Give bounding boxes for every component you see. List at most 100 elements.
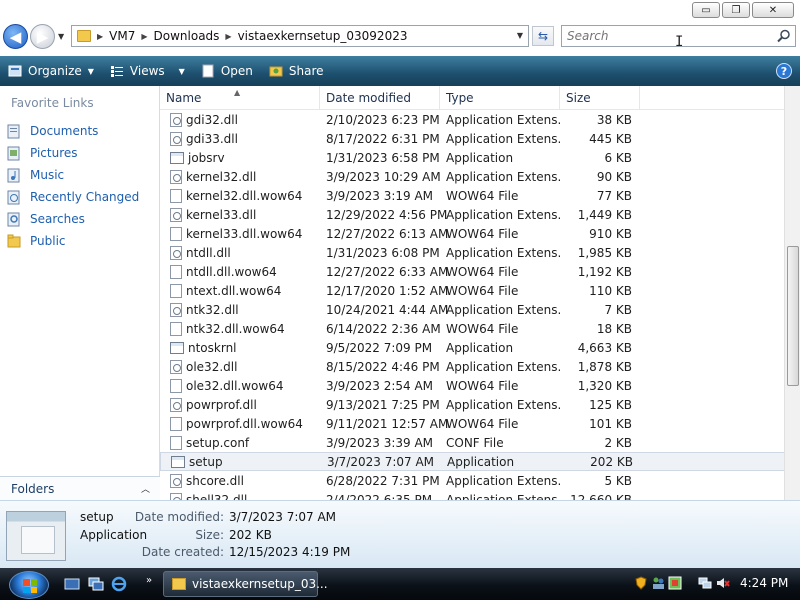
internet-explorer-icon[interactable] bbox=[111, 576, 127, 592]
file-row[interactable]: gdi32.dll 2/10/2023 6:23 PM Application Ex… bbox=[160, 110, 784, 129]
file-name-cell[interactable]: gdi33.dll bbox=[160, 131, 320, 146]
file-name: ole32.dll.wow64 bbox=[186, 378, 284, 393]
switch-windows-icon[interactable] bbox=[88, 576, 104, 592]
file-row[interactable]: kernel32.dll.wow64 3/9/2023 3:19 AM WOW64 … bbox=[160, 186, 784, 205]
column-header-date-modified[interactable]: Date modified bbox=[320, 86, 440, 110]
file-name-cell[interactable]: ntdll.dll bbox=[160, 245, 320, 260]
maximize-button[interactable]: ❐ bbox=[722, 2, 750, 18]
network-connection-icon[interactable] bbox=[698, 576, 712, 590]
breadcrumb-downloads[interactable]: Downloads bbox=[154, 29, 220, 43]
file-row[interactable]: jobsrv 1/31/2023 6:58 PM Application 6 KB bbox=[160, 148, 784, 167]
views-menu[interactable]: Views ▼ bbox=[102, 58, 193, 84]
organize-label: Organize bbox=[28, 64, 82, 78]
file-name-cell[interactable]: ntk32.dll bbox=[160, 302, 320, 317]
file-name-cell[interactable]: powrprof.dll.wow64 bbox=[160, 416, 320, 431]
dll-file-icon bbox=[170, 302, 182, 317]
recent-pages-dropdown[interactable]: ▼ bbox=[58, 32, 64, 41]
address-bar[interactable]: ▶ VM7 ▶ Downloads ▶ vistaexkernsetup_030… bbox=[71, 25, 529, 47]
breadcrumb-separator-icon[interactable]: ▶ bbox=[97, 32, 103, 41]
favorite-link-documents[interactable]: Documents bbox=[6, 120, 139, 142]
address-dropdown-icon[interactable]: ▼ bbox=[517, 31, 523, 40]
favorite-link-music[interactable]: Music bbox=[6, 164, 139, 186]
file-row[interactable]: ole32.dll.wow64 3/9/2023 2:54 AM WOW64 Fil… bbox=[160, 376, 784, 395]
file-date-modified: 3/9/2023 2:54 AM bbox=[326, 378, 434, 393]
file-row[interactable]: ntdll.dll.wow64 12/27/2022 6:33 AM WOW64 F… bbox=[160, 262, 784, 281]
file-name-cell[interactable]: setup.conf bbox=[160, 435, 320, 450]
file-row[interactable]: shcore.dll 6/28/2022 7:31 PM Application E… bbox=[160, 471, 784, 490]
favorite-link-recently-changed[interactable]: Recently Changed bbox=[6, 186, 139, 208]
file-name-cell[interactable]: ole32.dll bbox=[160, 359, 320, 374]
column-header-label: Size bbox=[566, 91, 591, 105]
file-name-cell[interactable]: kernel32.dll bbox=[160, 169, 320, 184]
file-name-cell[interactable]: jobsrv bbox=[160, 151, 320, 165]
file-row[interactable]: ntdll.dll 1/31/2023 6:08 PM Application Ex… bbox=[160, 243, 784, 262]
file-row[interactable]: ole32.dll 8/15/2022 4:46 PM Application Ex… bbox=[160, 357, 784, 376]
file-name-cell[interactable]: powrprof.dll bbox=[160, 397, 320, 412]
file-size: 12,660 KB bbox=[570, 492, 632, 501]
file-row[interactable]: kernel33.dll.wow64 12/27/2022 6:13 AM WOW6… bbox=[160, 224, 784, 243]
file-name-cell[interactable]: kernel32.dll.wow64 bbox=[160, 188, 320, 203]
help-button[interactable]: ? bbox=[776, 63, 792, 79]
column-header-size[interactable]: Size bbox=[560, 86, 640, 110]
scrollbar-thumb[interactable] bbox=[787, 246, 799, 386]
quick-launch-more-button[interactable]: » bbox=[146, 575, 152, 586]
file-row[interactable]: ntext.dll.wow64 12/17/2020 1:52 AM WOW64 F… bbox=[160, 281, 784, 300]
column-header-name[interactable]: ▲ Name bbox=[160, 86, 320, 110]
file-name-cell[interactable]: shcore.dll bbox=[160, 473, 320, 488]
breadcrumb-vm7[interactable]: VM7 bbox=[109, 29, 135, 43]
file-row[interactable]: ntk32.dll.wow64 6/14/2022 2:36 AM WOW64 Fi… bbox=[160, 319, 784, 338]
file-name-cell[interactable]: ntk32.dll.wow64 bbox=[160, 321, 320, 336]
system-clock[interactable]: 4:24 PM bbox=[740, 576, 788, 590]
vertical-scrollbar[interactable] bbox=[784, 86, 800, 500]
file-name-cell[interactable]: kernel33.dll.wow64 bbox=[160, 226, 320, 241]
security-shield-icon[interactable] bbox=[634, 576, 648, 590]
file-row[interactable]: powrprof.dll.wow64 9/11/2021 12:57 AM WOW6… bbox=[160, 414, 784, 433]
taskbar-window-button[interactable]: vistaexkernsetup_03... bbox=[163, 571, 328, 597]
file-row[interactable]: powrprof.dll 9/13/2021 7:25 PM Application… bbox=[160, 395, 784, 414]
file-name-cell[interactable]: ole32.dll.wow64 bbox=[160, 378, 320, 393]
search-icon[interactable] bbox=[777, 29, 791, 43]
minimize-button[interactable]: ▭ bbox=[692, 2, 720, 18]
organize-menu[interactable]: Organize ▼ bbox=[0, 58, 102, 84]
file-row[interactable]: ntk32.dll 10/24/2021 4:44 AM Application E… bbox=[160, 300, 784, 319]
favorite-link-label: Public bbox=[30, 234, 66, 248]
file-row[interactable]: kernel33.dll 12/29/2022 4:56 PM Applicatio… bbox=[160, 205, 784, 224]
favorite-link-searches[interactable]: Searches bbox=[6, 208, 139, 230]
forward-button[interactable]: ▶ bbox=[30, 24, 55, 49]
start-button[interactable] bbox=[9, 571, 49, 599]
favorite-link-public[interactable]: Public bbox=[6, 230, 139, 252]
file-date-modified: 3/9/2023 3:19 AM bbox=[326, 188, 434, 203]
network-status-icon[interactable] bbox=[668, 576, 682, 590]
users-icon[interactable] bbox=[651, 576, 665, 590]
file-name-cell[interactable]: ntdll.dll.wow64 bbox=[160, 264, 320, 279]
open-button[interactable]: Open bbox=[193, 58, 261, 84]
search-input[interactable] bbox=[562, 26, 762, 46]
file-row[interactable]: kernel32.dll 3/9/2023 10:29 AM Application… bbox=[160, 167, 784, 186]
file-name-cell[interactable]: gdi32.dll bbox=[160, 112, 320, 127]
file-row[interactable]: ntoskrnl 9/5/2022 7:09 PM Application 4,663… bbox=[160, 338, 784, 357]
refresh-button[interactable]: ⇆ bbox=[532, 26, 554, 46]
column-header-type[interactable]: Type bbox=[440, 86, 560, 110]
file-type: Application Extens... bbox=[446, 473, 560, 488]
breadcrumb-current-folder[interactable]: vistaexkernsetup_03092023 bbox=[238, 29, 408, 43]
file-size: 77 KB bbox=[596, 188, 632, 203]
file-name-cell[interactable]: setup bbox=[161, 455, 321, 469]
close-button[interactable]: ✕ bbox=[752, 2, 794, 18]
show-desktop-icon[interactable] bbox=[64, 576, 80, 592]
file-row[interactable]: setup.conf 3/9/2023 3:39 AM CONF File 2 KB bbox=[160, 433, 784, 452]
file-row[interactable]: gdi33.dll 8/17/2022 6:31 PM Application Ex… bbox=[160, 129, 784, 148]
favorite-link-pictures[interactable]: Pictures bbox=[6, 142, 139, 164]
folders-toggle[interactable]: Folders ︿ bbox=[0, 476, 160, 500]
file-row[interactable]: shell32.dll 2/4/2022 6:35 PM Application E… bbox=[160, 490, 784, 500]
volume-muted-icon[interactable] bbox=[716, 576, 730, 590]
breadcrumb-separator-icon[interactable]: ▶ bbox=[225, 32, 231, 41]
share-button[interactable]: Share bbox=[261, 58, 332, 84]
column-header-label: Type bbox=[446, 91, 474, 105]
file-name-cell[interactable]: shell32.dll bbox=[160, 492, 320, 500]
file-name-cell[interactable]: ntoskrnl bbox=[160, 341, 320, 355]
file-row[interactable]: setup 3/7/2023 7:07 AM Application 202 KB bbox=[160, 452, 784, 471]
file-name-cell[interactable]: ntext.dll.wow64 bbox=[160, 283, 320, 298]
back-button[interactable]: ◀ bbox=[3, 24, 28, 49]
breadcrumb-separator-icon[interactable]: ▶ bbox=[141, 32, 147, 41]
file-name-cell[interactable]: kernel33.dll bbox=[160, 207, 320, 222]
